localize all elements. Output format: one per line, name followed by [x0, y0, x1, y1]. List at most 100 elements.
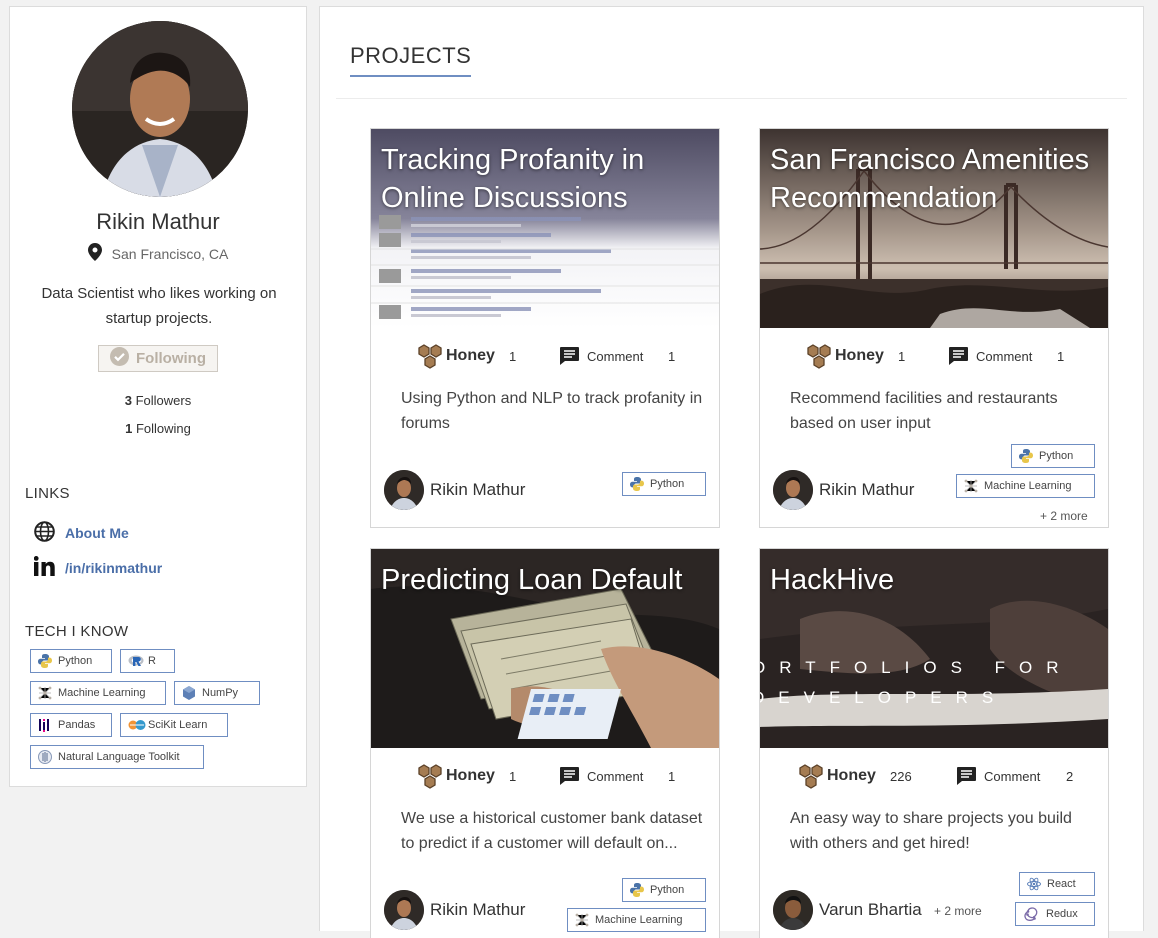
project-title[interactable]: Predicting Loan Default: [381, 561, 711, 599]
honey-label[interactable]: Honey: [835, 347, 884, 365]
honey-label[interactable]: Honey: [446, 767, 495, 785]
project-title[interactable]: Tracking Profanity in Online Discussions: [381, 141, 711, 217]
comment-icon[interactable]: [559, 346, 580, 371]
python-icon: [630, 883, 644, 897]
tech-tag-machine-learning[interactable]: Machine Learning: [30, 681, 166, 705]
check-circle-icon: [110, 347, 129, 370]
tech-tag-r[interactable]: R: [120, 649, 175, 673]
heading-divider: [336, 98, 1127, 99]
author-name[interactable]: Rikin Mathur: [430, 900, 525, 920]
following-count: 1: [125, 421, 133, 436]
project-tag-python[interactable]: Python: [1011, 444, 1095, 468]
project-tag-python[interactable]: Python: [622, 472, 706, 496]
honeycomb-icon[interactable]: [797, 764, 825, 795]
python-icon: [38, 654, 52, 668]
following-button[interactable]: Following: [98, 345, 218, 372]
tech-tag-scikit-learn-label: SciKit Learn: [148, 719, 208, 731]
profile-name: Rikin Mathur: [96, 209, 220, 234]
project-image: Tracking Profanity in Online Discussions: [371, 129, 719, 328]
honeycomb-icon[interactable]: [805, 344, 833, 375]
projects-heading: PROJECTS: [350, 43, 472, 77]
project-tag-react[interactable]: React: [1019, 872, 1095, 896]
comment-icon[interactable]: [956, 766, 977, 791]
project-image: San Francisco Amenities Recommendation: [760, 129, 1108, 328]
project-tag-label: Redux: [1046, 908, 1078, 920]
honeycomb-icon[interactable]: [416, 764, 444, 795]
comment-label[interactable]: Comment: [587, 349, 643, 364]
tech-tag-machine-learning-label: Machine Learning: [58, 687, 146, 699]
project-tag-label: Python: [650, 884, 685, 896]
author-avatar[interactable]: [773, 890, 813, 930]
project-description: An easy way to share projects you build …: [790, 810, 1072, 852]
author-name[interactable]: Rikin Mathur: [430, 480, 525, 500]
comment-count: 1: [668, 769, 676, 784]
more-tags-link[interactable]: + 2 more: [1040, 509, 1088, 523]
link-linkedin[interactable]: /in/rikinmathur: [33, 556, 162, 579]
tech-tag-python-label: Python: [58, 655, 93, 667]
tech-tag-scikit-learn[interactable]: SciKit Learn: [120, 713, 228, 737]
project-tag-label: Machine Learning: [595, 914, 683, 926]
followers-label: Followers: [135, 393, 192, 408]
links-heading: LINKS: [25, 485, 70, 502]
location-text: San Francisco, CA: [111, 245, 229, 262]
comment-icon[interactable]: [559, 766, 580, 791]
pandas-icon: [38, 718, 52, 732]
tech-tag-pandas-label: Pandas: [58, 719, 96, 731]
project-stats: Honey 1 Comment 1: [760, 344, 1108, 370]
honey-count: 1: [509, 769, 517, 784]
project-stats: Honey 1 Comment 1: [371, 764, 719, 790]
comment-count: 1: [668, 349, 676, 364]
tech-tag-r-label: R: [148, 655, 156, 667]
tech-tag-numpy[interactable]: NumPy: [174, 681, 260, 705]
tech-tag-numpy-label: NumPy: [202, 687, 239, 699]
redux-icon: [1023, 906, 1040, 923]
image-text-line-2: DEVELOPERS: [760, 688, 1007, 707]
project-card[interactable]: San Francisco Amenities Recommendation H…: [759, 128, 1109, 528]
project-tag-label: React: [1047, 878, 1076, 890]
project-tag-redux[interactable]: Redux: [1015, 902, 1095, 926]
project-title[interactable]: HackHive: [770, 561, 1100, 599]
link-about-me[interactable]: About Me: [34, 521, 129, 545]
project-card[interactable]: Tracking Profanity in Online Discussions…: [370, 128, 720, 528]
honey-label[interactable]: Honey: [446, 347, 495, 365]
comment-label[interactable]: Comment: [587, 769, 643, 784]
author-avatar[interactable]: [384, 470, 424, 510]
globe-icon: [34, 521, 55, 545]
project-tag-machine-learning[interactable]: Machine Learning: [956, 474, 1095, 498]
project-tag-machine-learning[interactable]: Machine Learning: [567, 908, 706, 932]
project-tag-label: Python: [650, 478, 685, 490]
following-stat[interactable]: 1 Following: [10, 421, 306, 436]
more-tags-link[interactable]: + 2 more: [934, 904, 982, 918]
project-image: Predicting Loan Default: [371, 549, 719, 748]
link-linkedin-label[interactable]: /in/rikinmathur: [65, 560, 162, 576]
project-card[interactable]: Predicting Loan Default Honey 1 Comment …: [370, 548, 720, 938]
linkedin-icon: [33, 556, 55, 579]
author-name[interactable]: Varun Bhartia: [819, 900, 922, 920]
nltk-icon: [38, 750, 52, 764]
project-tag-python[interactable]: Python: [622, 878, 706, 902]
honeycomb-icon[interactable]: [416, 344, 444, 375]
tech-tag-pandas[interactable]: Pandas: [30, 713, 112, 737]
project-description: We use a historical customer bank datase…: [401, 810, 703, 852]
author-name[interactable]: Rikin Mathur: [819, 480, 914, 500]
project-card[interactable]: ORTFOLIOS FOR DEVELOPERS HackHive Honey …: [759, 548, 1109, 938]
project-description: Recommend facilities and restaurants bas…: [790, 390, 1058, 432]
project-stats: Honey 1 Comment 1: [371, 344, 719, 370]
honey-count: 226: [890, 769, 912, 784]
profile-avatar: [72, 21, 248, 197]
comment-label[interactable]: Comment: [984, 769, 1040, 784]
followers-stat[interactable]: 3 Followers: [10, 393, 306, 408]
tech-tag-nltk[interactable]: Natural Language Toolkit: [30, 745, 204, 769]
neural-net-icon: [964, 479, 978, 493]
project-title[interactable]: San Francisco Amenities Recommendation: [770, 141, 1100, 217]
projects-panel: PROJECTS Tracking Profanity in Online Di…: [319, 6, 1144, 938]
link-about-me-label[interactable]: About Me: [65, 525, 129, 541]
comment-icon[interactable]: [948, 346, 969, 371]
comment-label[interactable]: Comment: [976, 349, 1032, 364]
honey-label[interactable]: Honey: [827, 767, 876, 785]
following-label: Following: [135, 421, 191, 436]
author-avatar[interactable]: [384, 890, 424, 930]
author-avatar[interactable]: [773, 470, 813, 510]
tech-tag-python[interactable]: Python: [30, 649, 112, 673]
react-icon: [1027, 877, 1041, 891]
